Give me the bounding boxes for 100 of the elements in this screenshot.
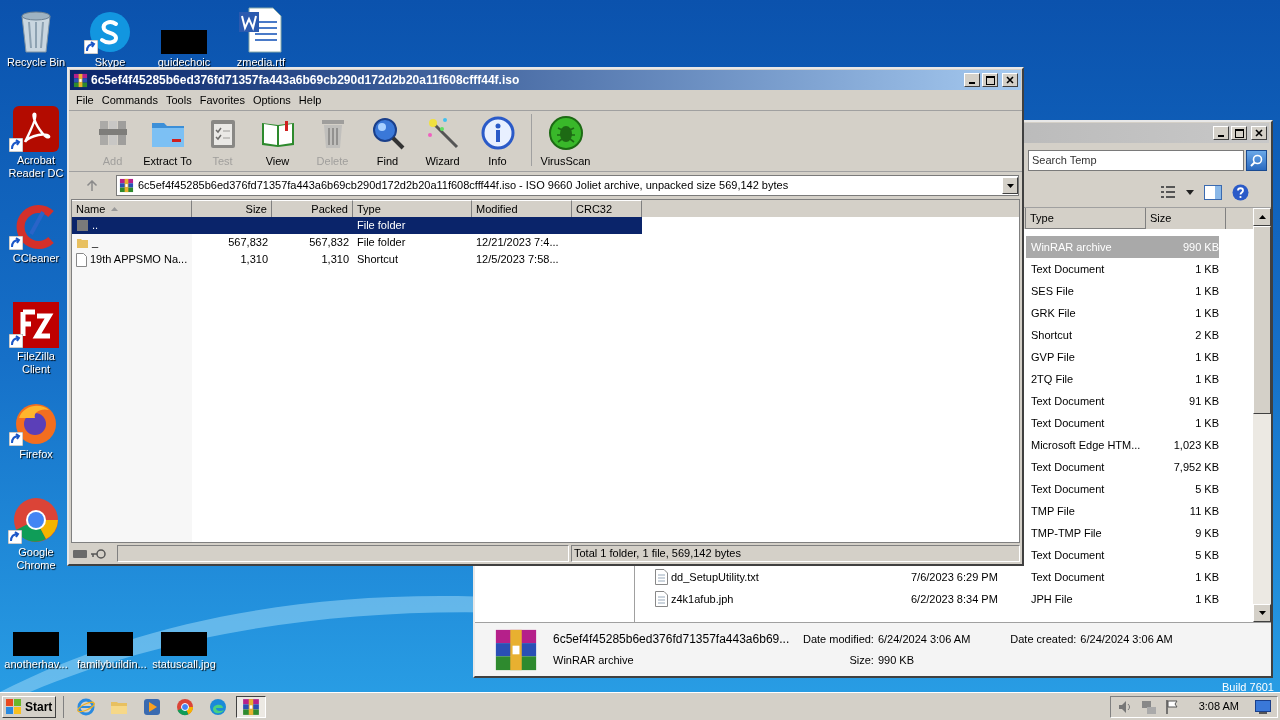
preview-pane-icon[interactable] [1204,184,1222,200]
table-cell-text: 567,832 [309,235,349,251]
icon-label: statuscall.jpg [152,658,216,671]
file-type: SES File [1030,283,1075,299]
menu-item[interactable]: Help [294,92,326,108]
icon-label: FileZilla Client [16,350,56,376]
caret-icon[interactable] [1006,183,1014,188]
file-row[interactable]: GVP File 1 KB [1026,346,1219,368]
file-size: 11 KB [1188,503,1219,519]
toolbar-button[interactable]: Wizard [415,114,470,169]
toolbar-button[interactable]: Find [360,114,415,169]
file-type: Text Document [1030,415,1106,431]
file-size: 1 KB [1194,261,1219,277]
toolbar-button[interactable]: VirusScan [538,114,593,169]
chrome-icon[interactable] [176,697,195,716]
field-value: 6/24/2024 3:06 AM [877,632,971,647]
archive-icon [119,178,134,193]
icon-label: Firefox [19,448,53,461]
file-row[interactable]: Text Document 7,952 KB [1026,456,1219,478]
file-row[interactable]: GRK File 1 KB [1026,302,1219,324]
file-row[interactable]: TMP File 11 KB [1026,500,1219,522]
toolbar-button[interactable]: View [250,114,305,169]
file-type: GVP File [1030,349,1076,365]
toolbar-button[interactable]: Info [470,114,525,169]
file-row[interactable]: Shortcut 2 KB [1026,324,1219,346]
file-row[interactable]: Text Document 91 KB [1026,390,1219,412]
menu-item[interactable]: Commands [97,92,162,108]
close-button[interactable] [1002,73,1018,87]
file-row[interactable]: SES File 1 KB [1026,280,1219,302]
menu-item[interactable]: Options [248,92,295,108]
address-field[interactable]: 6c5ef4f45285b6ed376fd71357fa443a6b69cb290d172d2b20a11f608cfff44f.iso - ISO 9660 Joliet archive, unpacked size 569,142 bytes [116,175,1019,196]
toolbar-button[interactable]: Extract To [140,114,195,169]
file-row[interactable]: Text Document 1 KB [1026,412,1219,434]
menu-item[interactable]: Favorites [195,92,249,108]
close-button[interactable] [1251,126,1267,140]
document-icon [655,591,668,607]
view-options-icon[interactable] [1160,185,1176,199]
archive-row[interactable]: .. File folder [72,217,642,234]
build-label: Build 7601 [1222,680,1274,695]
file-row[interactable]: z4k1afub.jph 6/2/2023 8:34 PM JPH File 1 KB [635,588,1219,610]
flag-icon[interactable] [1164,698,1179,715]
media-player-icon[interactable] [143,697,162,716]
column-header[interactable]: Type [1026,208,1146,229]
column-header[interactable]: Size [1146,208,1226,229]
file-type: GRK File [1030,305,1077,321]
archive-row[interactable]: 19th APPSMO Na... 1,310 1,310 Shortcut 12/5/2023 7:58... [72,251,642,268]
file-size: 1 KB [1194,305,1219,321]
thumbnail-icon [87,632,133,656]
file-row[interactable]: dd_SetupUtility.txt 7/6/2023 6:29 PM Text Document 1 KB [635,566,1219,588]
file-type: Text Document [1030,481,1106,497]
file-row[interactable]: Microsoft Edge HTM... 1,023 KB [1026,434,1219,456]
file-name: 6c5ef4f45285b6ed376fd71357fa443a6b69... [553,631,791,649]
search-icon [1250,153,1263,167]
info-icon [479,114,516,151]
file-row[interactable]: Text Document 5 KB [1026,544,1219,566]
menu-item[interactable]: File [72,92,98,108]
icon-label: Acrobat Reader DC [7,154,65,180]
scroll-up-icon[interactable] [1258,215,1266,219]
icon-label: Google Chrome [15,546,57,572]
sort-arrow-icon [111,207,119,211]
archive-row[interactable]: _ 567,832 567,832 File folder 12/21/2023 7:4... [72,234,642,251]
filezilla-icon [13,302,59,348]
file-name: dd_SetupUtility.txt [671,569,759,585]
scroll-down-icon[interactable] [1258,611,1266,615]
minimize-button[interactable] [1213,126,1229,140]
winrar-icon [242,697,261,716]
menu-item[interactable]: Tools [162,92,196,108]
file-row[interactable]: TMP-TMP File 9 KB [1026,522,1219,544]
file-size: 1 KB [1194,415,1219,431]
table-cell-text: 1,310 [321,252,349,268]
file-row[interactable]: Text Document 1 KB [1026,258,1219,280]
file-type: WinRAR archive [553,653,635,669]
file-type: Microsoft Edge HTM... [1030,437,1142,453]
app-icon [73,72,88,88]
file-row[interactable]: Text Document 5 KB [1026,478,1219,500]
file-name: .. [92,218,99,234]
help-icon[interactable] [1232,183,1249,201]
file-size: 1 KB [1194,371,1219,387]
search-button[interactable] [1246,149,1267,171]
show-desktop-icon[interactable] [1255,699,1271,714]
minimize-button[interactable] [964,73,980,87]
file-row[interactable]: 2TQ File 1 KB [1026,368,1219,390]
file-size: 91 KB [1188,393,1219,409]
scrollbar[interactable] [1253,208,1271,622]
chrome-icon [12,496,60,544]
start-button[interactable]: Start [2,695,57,718]
file-type: Text Document [1030,569,1106,585]
caret-icon[interactable] [1186,189,1194,195]
file-name: _ [92,235,99,251]
document-icon [655,569,668,585]
file-type: Text Document [1030,261,1106,277]
search-field[interactable]: Search Temp [1028,149,1244,171]
taskbar-app[interactable] [236,695,267,718]
file-type: TMP File [1030,503,1076,519]
maximize-button[interactable] [1231,126,1247,140]
maximize-button[interactable] [982,73,998,87]
close-icon [1255,129,1263,137]
file-name: z4k1afub.jph [671,591,734,607]
field-label: Size: [848,652,874,668]
file-date: 6/2/2023 8:34 PM [911,592,998,605]
